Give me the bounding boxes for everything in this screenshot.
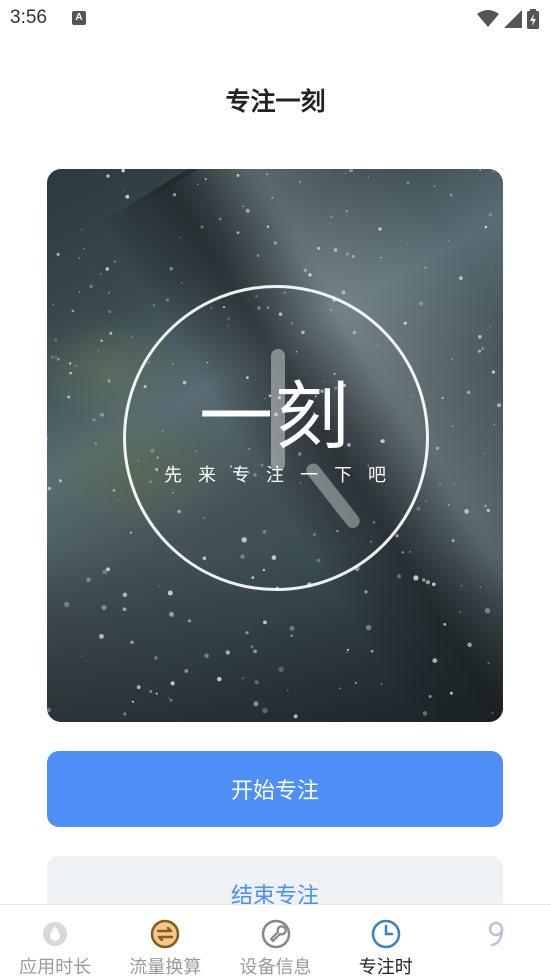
tab-device-info[interactable]: 设备信息 — [220, 905, 330, 979]
clock-icon — [369, 917, 403, 951]
tab-traffic-convert-label: 流量换算 — [129, 957, 202, 978]
start-focus-button[interactable]: 开始专注 — [47, 751, 503, 827]
hero-subtitle: 先来专注一下吧 — [164, 465, 402, 486]
tab-app-usage[interactable]: 应用时长 — [0, 905, 110, 979]
tab-focus-time-label: 专注时 — [358, 957, 413, 978]
tab-more[interactable] — [441, 905, 551, 979]
signal-icon — [504, 10, 522, 28]
status-bar: 3:56 A — [0, 0, 551, 40]
wifi-icon — [477, 10, 499, 27]
tab-traffic-convert[interactable]: 流量换算 — [110, 905, 220, 979]
page-title: 专注一刻 — [225, 87, 326, 116]
hero-image-card: 一刻 先来专注一下吧 — [47, 169, 503, 722]
tab-app-usage-label: 应用时长 — [19, 957, 92, 978]
tab-focus-time[interactable]: 专注时 — [331, 905, 441, 979]
battery-icon — [527, 9, 539, 29]
bottom-tab-bar: 应用时长 流量换算 设备信息 专注时 — [0, 904, 551, 979]
wrench-icon — [259, 917, 293, 951]
status-icons — [477, 9, 539, 29]
water-drop-icon — [38, 917, 72, 951]
number-nine-icon — [479, 917, 513, 951]
hero-title: 一刻 — [199, 374, 351, 460]
swap-icon — [148, 917, 182, 951]
notification-icon: A — [72, 11, 86, 25]
tab-device-info-label: 设备信息 — [239, 957, 312, 978]
status-time: 3:56 — [10, 7, 47, 28]
